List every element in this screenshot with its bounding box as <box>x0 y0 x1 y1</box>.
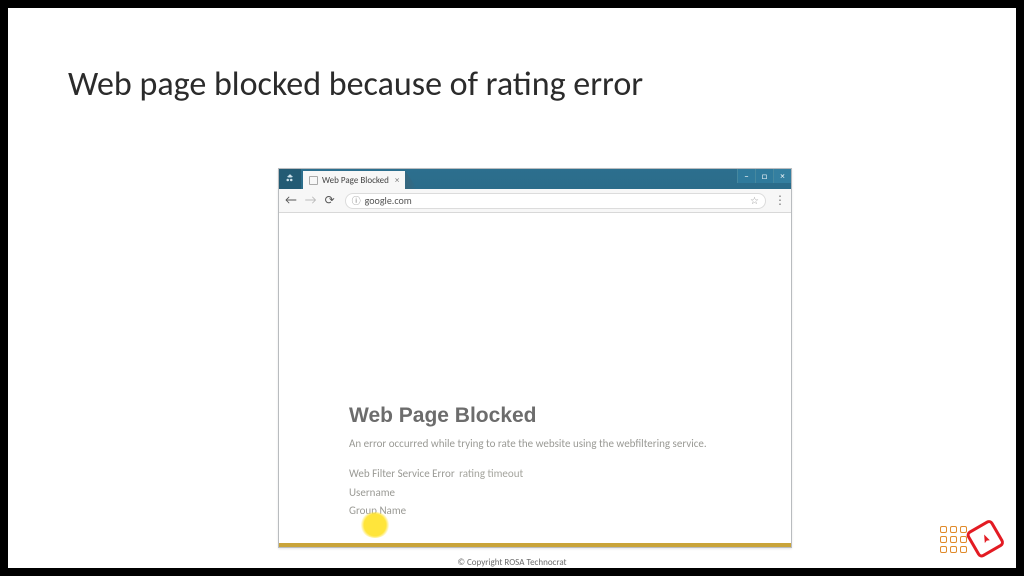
reload-icon[interactable]: ⟳ <box>325 193 335 208</box>
page-viewport: Web Page Blocked An error occurred while… <box>279 213 791 547</box>
url-text: google.com <box>365 194 412 207</box>
page-accent-bar <box>279 543 791 547</box>
blocked-panel: Web Page Blocked An error occurred while… <box>349 404 751 521</box>
browser-tab[interactable]: Web Page Blocked × <box>303 171 405 189</box>
detail-value: rating timeout <box>459 467 523 480</box>
detail-label: Web Filter Service Error <box>349 467 455 480</box>
brand-diamond-icon <box>962 516 1011 565</box>
detail-row-group: Group Name <box>349 502 751 521</box>
slide-title: Web page blocked because of rating error <box>68 64 643 105</box>
site-info-icon[interactable]: ⓘ <box>352 194 361 207</box>
forward-icon: → <box>305 193 317 208</box>
browser-menu-icon[interactable]: ⋮ <box>774 193 785 208</box>
blocked-details: Web Filter Service Error rating timeout … <box>349 465 751 521</box>
blocked-heading: Web Page Blocked <box>349 404 751 428</box>
detail-row-username: Username <box>349 484 751 503</box>
tab-close-icon[interactable]: × <box>395 175 399 186</box>
window-maximize[interactable]: □ <box>755 169 773 183</box>
back-icon[interactable]: ← <box>285 193 297 208</box>
detail-row-service-error: Web Filter Service Error rating timeout <box>349 465 751 484</box>
browser-titlebar: Web Page Blocked × – □ × <box>279 169 791 189</box>
copyright-text: © Copyright ROSA Technocrat <box>457 557 566 568</box>
brand-logo <box>940 520 1010 570</box>
window-minimize[interactable]: – <box>737 169 755 183</box>
tab-title: Web Page Blocked <box>322 175 389 186</box>
browser-window: Web Page Blocked × – □ × ← → ⟳ ⓘ google.… <box>278 168 792 548</box>
blocked-message: An error occurred while trying to rate t… <box>349 436 751 451</box>
url-field[interactable]: ⓘ google.com ☆ <box>345 193 766 209</box>
window-controls: – □ × <box>737 169 791 183</box>
address-bar: ← → ⟳ ⓘ google.com ☆ ⋮ <box>279 189 791 213</box>
window-close[interactable]: × <box>773 169 791 183</box>
bookmark-star-icon[interactable]: ☆ <box>750 194 759 207</box>
incognito-icon <box>279 169 301 189</box>
new-tab-wedge[interactable] <box>405 171 417 189</box>
page-icon <box>309 176 318 185</box>
slide: Web page blocked because of rating error… <box>8 8 1016 568</box>
